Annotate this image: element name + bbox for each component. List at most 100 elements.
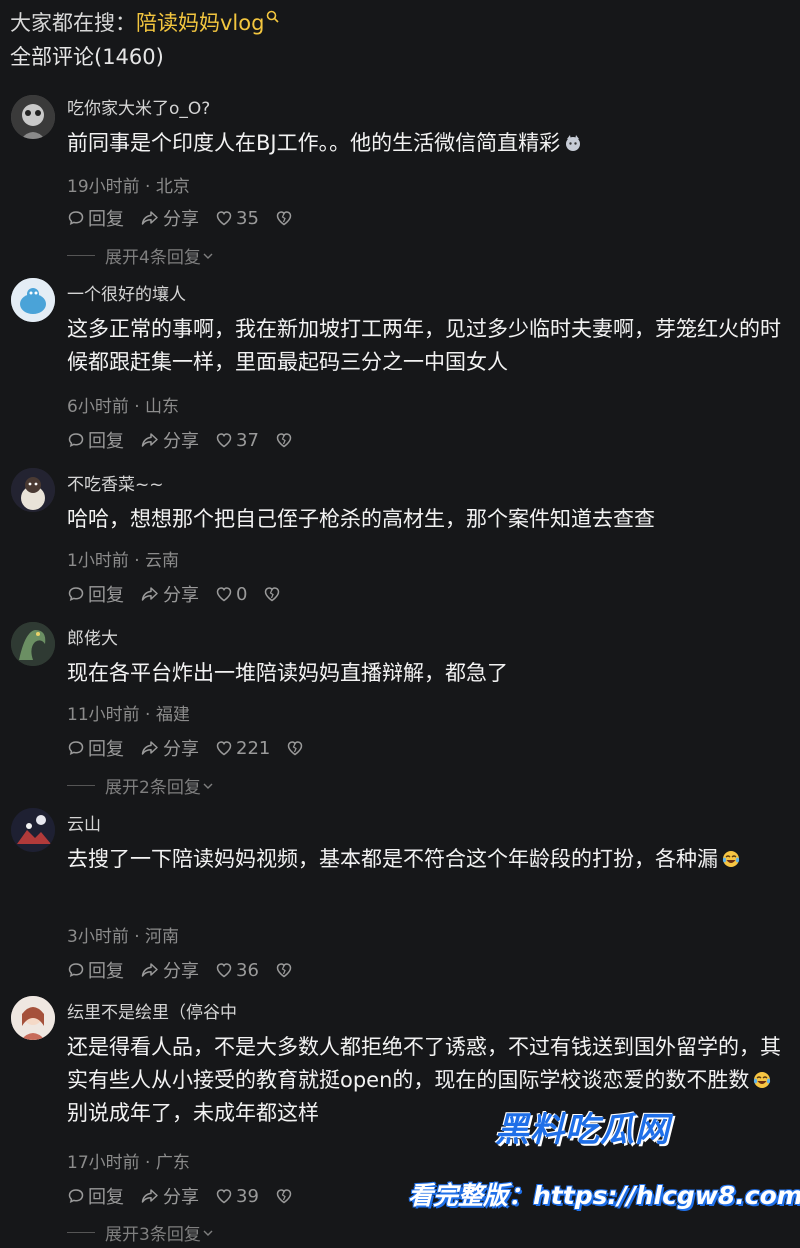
reply-label: 回复 <box>88 585 124 606</box>
comment-text-tail: 别说成年了，未成年都这样 <box>67 1101 319 1125</box>
like-button[interactable]: 0 <box>215 584 247 605</box>
comment-author[interactable]: 不吃香菜~~ <box>67 470 164 495</box>
comment-bubble-icon <box>68 211 84 226</box>
share-label: 分享 <box>163 1187 199 1208</box>
dislike-button[interactable] <box>275 431 296 449</box>
share-label: 分享 <box>163 961 199 982</box>
share-button[interactable]: 分享 <box>140 1183 199 1209</box>
reply-button[interactable]: 回复 <box>67 427 124 453</box>
comment-author[interactable]: 郎佬大 <box>67 624 118 649</box>
share-label: 分享 <box>163 431 199 452</box>
laugh-cry-emoji <box>754 1072 771 1088</box>
comment-author[interactable]: 一个很好的壤人 <box>67 280 186 305</box>
broken-heart-icon <box>276 433 292 448</box>
chevron-down-icon <box>203 783 213 789</box>
like-count: 36 <box>236 959 259 981</box>
share-arrow-icon <box>141 963 158 977</box>
like-button[interactable]: 35 <box>215 208 259 229</box>
hot-search-bar[interactable]: 大家都在搜：陪读妈妈vlog <box>10 6 790 40</box>
avatar[interactable] <box>11 996 55 1040</box>
comment-text[interactable]: 去搜了一下陪读妈妈视频，基本都是不符合这个年龄段的打扮，各种漏 <box>67 843 787 876</box>
reply-button[interactable]: 回复 <box>67 957 124 983</box>
expand-label: 展开3条回复 <box>105 1225 201 1245</box>
reply-label: 回复 <box>88 739 124 760</box>
heart-icon <box>216 587 232 602</box>
comment-author[interactable]: 吃你家大米了o_O? <box>67 94 210 119</box>
header: 大家都在搜：陪读妈妈vlog 全部评论(1460) <box>0 0 800 80</box>
comment-text[interactable]: 还是得看人品，不是大多数人都拒绝不了诱惑，不过有钱送到国外留学的，其实有些人从小… <box>67 1031 787 1130</box>
avatar[interactable] <box>11 622 55 666</box>
share-button[interactable]: 分享 <box>140 735 199 761</box>
share-button[interactable]: 分享 <box>140 205 199 231</box>
dislike-button[interactable] <box>286 739 307 757</box>
dislike-button[interactable] <box>275 961 296 979</box>
avatar[interactable] <box>11 95 55 139</box>
chevron-down-icon <box>203 1230 213 1236</box>
expand-replies[interactable]: 展开3条回复 <box>67 1220 215 1245</box>
heart-icon <box>216 433 232 448</box>
reply-button[interactable]: 回复 <box>67 735 124 761</box>
reply-button[interactable]: 回复 <box>67 581 124 607</box>
like-button[interactable]: 39 <box>215 1186 259 1207</box>
comment-bubble-icon <box>68 433 84 448</box>
divider-line <box>67 255 95 256</box>
comment-bubble-icon <box>68 587 84 602</box>
comment-meta: 1小时前 · 云南 <box>67 551 180 571</box>
comment-actions: 回复 分享 0 <box>67 581 300 607</box>
share-arrow-icon <box>141 1189 158 1203</box>
broken-heart-icon <box>276 963 292 978</box>
comment-text[interactable]: 前同事是个印度人在BJ工作。。他的生活微信简直精彩 <box>67 127 787 160</box>
like-button[interactable]: 221 <box>215 738 270 759</box>
comment-meta: 3小时前 · 河南 <box>67 927 180 947</box>
heart-icon <box>216 963 232 978</box>
chevron-down-icon <box>203 253 213 259</box>
comment-actions: 回复 分享 36 <box>67 957 312 983</box>
laugh-cry-emoji <box>722 851 740 867</box>
comment-meta: 6小时前 · 山东 <box>67 397 180 417</box>
dislike-button[interactable] <box>263 585 284 603</box>
comment-author[interactable]: 云山 <box>67 810 101 835</box>
share-button[interactable]: 分享 <box>140 957 199 983</box>
comment-bubble-icon <box>68 741 84 756</box>
dislike-button[interactable] <box>275 1187 296 1205</box>
comment-text[interactable]: 现在各平台炸出一堆陪读妈妈直播辩解，都急了 <box>67 657 787 690</box>
comment-text-body: 前同事是个印度人在BJ工作。。他的生活微信简直精彩 <box>67 131 561 155</box>
like-button[interactable]: 37 <box>215 430 259 451</box>
like-count: 37 <box>236 429 259 451</box>
avatar[interactable] <box>11 808 55 852</box>
reply-label: 回复 <box>88 1187 124 1208</box>
share-arrow-icon <box>141 433 158 447</box>
reply-button[interactable]: 回复 <box>67 1183 124 1209</box>
share-button[interactable]: 分享 <box>140 427 199 453</box>
like-count: 221 <box>236 737 271 759</box>
reply-label: 回复 <box>88 431 124 452</box>
comment-text[interactable]: 这多正常的事啊，我在新加坡打工两年，见过多少临时夫妻啊，芽笼红火的时候都跟赶集一… <box>67 313 787 379</box>
broken-heart-icon <box>276 1189 292 1204</box>
heart-icon <box>216 741 232 756</box>
share-button[interactable]: 分享 <box>140 581 199 607</box>
share-arrow-icon <box>141 587 158 601</box>
expand-replies[interactable]: 展开2条回复 <box>67 773 215 798</box>
comment-bubble-icon <box>68 1189 84 1204</box>
expand-replies[interactable]: 展开4条回复 <box>67 243 215 268</box>
share-label: 分享 <box>163 739 199 760</box>
comment-author[interactable]: 纭里不是绘里（停谷中 <box>67 998 237 1023</box>
dislike-button[interactable] <box>275 209 296 227</box>
comment-meta: 11小时前 · 福建 <box>67 705 190 725</box>
comment-meta: 19小时前 · 北京 <box>67 177 190 197</box>
heart-icon <box>216 211 232 226</box>
like-button[interactable]: 36 <box>215 960 259 981</box>
avatar[interactable] <box>11 468 55 512</box>
like-count: 35 <box>236 207 259 229</box>
comment-text[interactable]: 哈哈，想想那个把自己侄子枪杀的高材生，那个案件知道去查查 <box>67 503 787 536</box>
search-icon[interactable] <box>266 10 280 23</box>
comment-text-body: 去搜了一下陪读妈妈视频，基本都是不符合这个年龄段的打扮，各种漏 <box>67 847 718 871</box>
comment-actions: 回复 分享 39 <box>67 1183 312 1209</box>
heart-icon <box>216 1189 232 1204</box>
reply-button[interactable]: 回复 <box>67 205 124 231</box>
avatar[interactable] <box>11 278 55 322</box>
hot-search-term[interactable]: 陪读妈妈vlog <box>136 11 264 35</box>
share-arrow-icon <box>141 741 158 755</box>
comment-actions: 回复 分享 221 <box>67 735 323 761</box>
share-label: 分享 <box>163 209 199 230</box>
